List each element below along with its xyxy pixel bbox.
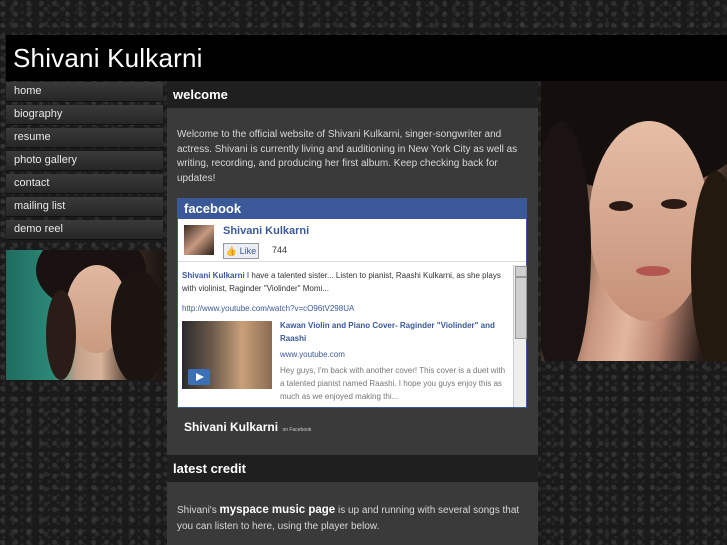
like-count: 744 <box>272 245 288 255</box>
scrollbar[interactable] <box>513 265 527 407</box>
site-title[interactable]: Shivani Kulkarni <box>13 43 203 74</box>
nav-item-resume[interactable]: resume <box>6 128 163 148</box>
welcome-heading: welcome <box>167 81 538 108</box>
portrait-photo-small <box>6 250 164 380</box>
like-label: Like <box>239 246 257 256</box>
main-content: welcome Welcome to the official website … <box>167 81 538 545</box>
video-site[interactable]: www.youtube.com <box>280 348 506 361</box>
play-icon[interactable] <box>188 369 210 385</box>
facebook-stream: Shivani Kulkarni I have a talented siste… <box>178 265 512 407</box>
facebook-profile: Shivani Kulkarni 👍 Like 744 <box>178 219 526 262</box>
facebook-page-name[interactable]: Shivani Kulkarni <box>223 225 309 237</box>
profile-avatar[interactable] <box>184 225 214 255</box>
latest-credit-heading: latest credit <box>167 455 538 482</box>
nav-item-demo-reel[interactable]: demo reel <box>6 220 163 240</box>
nav-item-contact[interactable]: contact <box>6 174 163 194</box>
post-link[interactable]: http://www.youtube.com/watch?v=cO96tV298… <box>178 295 512 313</box>
main-nav: home biography resume photo gallery cont… <box>6 82 163 243</box>
video-thumbnail[interactable] <box>182 321 272 389</box>
nav-item-photo-gallery[interactable]: photo gallery <box>6 151 163 171</box>
nav-item-home[interactable]: home <box>6 82 163 102</box>
footer-suffix[interactable]: on Facebook <box>282 427 311 433</box>
video-title[interactable]: Kawan Violin and Piano Cover- Raginder "… <box>280 319 506 345</box>
scroll-up-arrow[interactable] <box>515 266 527 277</box>
scroll-thumb[interactable] <box>515 277 527 339</box>
facebook-footer: Shivani Kulkarni on Facebook <box>184 418 311 436</box>
thumbs-up-icon: 👍 <box>225 246 238 256</box>
welcome-text: Welcome to the official website of Shiva… <box>177 129 518 184</box>
portrait-photo-large <box>541 81 727 361</box>
video-description: Hey guys, I'm back with another cover! T… <box>280 366 506 401</box>
credit-prefix: Shivani's <box>177 505 217 516</box>
nav-item-biography[interactable]: biography <box>6 105 163 125</box>
credit-text: Shivani's myspace music page is up and r… <box>167 482 538 535</box>
like-button[interactable]: 👍 Like <box>223 243 259 259</box>
facebook-logo[interactable]: facebook <box>178 199 526 219</box>
site-header: Shivani Kulkarni <box>6 35 727 81</box>
myspace-link[interactable]: myspace music page <box>220 504 336 516</box>
facebook-like-box: facebook Shivani Kulkarni 👍 Like 744 Shi… <box>177 198 527 408</box>
nav-item-mailing-list[interactable]: mailing list <box>6 197 163 217</box>
post-author[interactable]: Shivani Kulkarni <box>182 271 245 280</box>
footer-page-name[interactable]: Shivani Kulkarni <box>184 420 278 434</box>
